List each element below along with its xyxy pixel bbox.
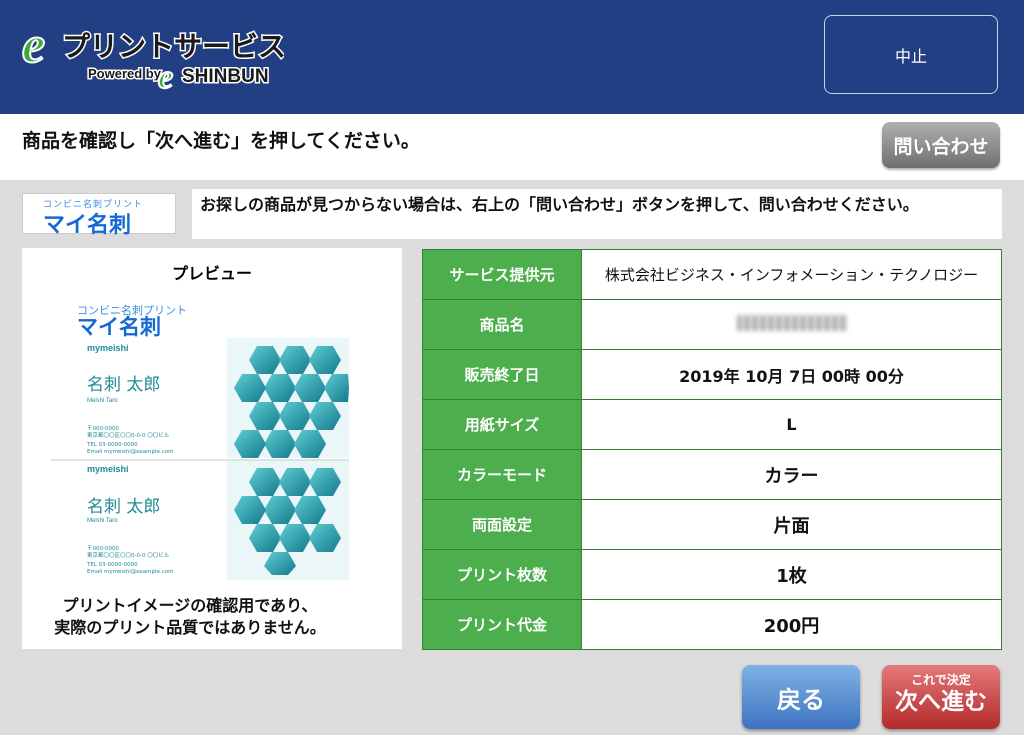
detail-value-print-count: 1枚 [581,549,1002,600]
order-details-table: サービス提供元 株式会社ビジネス・インフォメーション・テクノロジー 商品名 販売… [422,249,1002,650]
detail-label: プリント枚数 [422,549,582,600]
preview-title: プレビュー [171,264,252,283]
detail-value-paper-size: L [581,399,1002,450]
table-row: カラーモード カラー [422,449,1002,500]
detail-label: カラーモード [422,449,582,500]
detail-label: 両面設定 [422,499,582,550]
detail-label: サービス提供元 [422,249,582,300]
table-row: サービス提供元 株式会社ビジネス・インフォメーション・テクノロジー [422,249,1002,300]
detail-label: 商品名 [422,299,582,350]
card-name: 名刺 太郎 [87,497,160,517]
logo-brand-text: SHINBUN [182,66,269,87]
detail-label: プリント代金 [422,599,582,650]
instruction-text: 商品を確認し「次へ進む」を押してください。 [22,130,420,152]
product-logo-big: マイ名刺 [43,213,132,238]
card-company: mymeishi [87,464,129,474]
next-button-small-label: これで決定 [911,673,971,687]
detail-value-duplex: 片面 [581,499,1002,550]
product-logo: コンビニ名刺プリント マイ名刺 [22,193,176,238]
detail-value-provider: 株式会社ビジネス・インフォメーション・テクノロジー [581,249,1002,300]
card-email: Email mymeishi@example.com [87,569,173,575]
svg-text:e: e [22,18,45,74]
card-postal: 〒000-0000 [87,425,119,432]
table-row: 販売終了日 2019年 10月 7日 00時 00分 [422,349,1002,400]
card-address: 東京都〇〇区〇〇0-0-0 〇〇ビル [87,431,170,439]
card-brand-big: マイ名刺 [77,315,161,339]
logo-powered-text: Powered by [88,66,162,81]
preview-caption: プリントイメージの確認用であり、 実際のプリント品質ではありません。 [0,595,380,639]
card-name-roman: Meishi Taro [87,398,118,404]
header-bar: e プリントサービス Powered by e SHINBUN 中止 [0,0,1024,114]
card-tel: TEL 03-0000-0000 [86,562,138,568]
table-row: プリント枚数 1枚 [422,549,1002,600]
blurred-product-name [736,314,847,331]
card-tel: TEL 03-0000-0000 [86,442,138,448]
card-company: mymeishi [87,343,129,353]
table-row: 用紙サイズ L [422,399,1002,450]
table-row: 両面設定 片面 [422,499,1002,550]
detail-value-product-name [581,299,1002,350]
preview-caption-line2: 実際のプリント品質ではありません。 [54,618,326,637]
detail-value-end-date: 2019年 10月 7日 00時 00分 [581,349,1002,400]
detail-label: 販売終了日 [422,349,582,400]
detail-value-price: 200円 [581,599,1002,650]
card-email: Email mymeishi@example.com [87,449,173,455]
detail-label: 用紙サイズ [422,399,582,450]
preview-caption-line1: プリントイメージの確認用であり、 [62,596,318,615]
card-name: 名刺 太郎 [87,375,160,395]
card-address: 東京都〇〇区〇〇0-0-0 〇〇ビル [87,551,170,559]
back-button[interactable]: 戻る [742,665,860,729]
next-button-label: 次へ進む [895,689,987,715]
card-postal: 〒000-0000 [87,545,119,552]
inquiry-button[interactable]: 問い合わせ [882,122,1000,168]
svg-text:e: e [158,59,173,96]
table-row: 商品名 [422,299,1002,350]
table-row: プリント代金 200円 [422,599,1002,650]
eprint-service-logo: e プリントサービス Powered by e SHINBUN [22,18,284,96]
business-card-preview: コンビニ名刺プリント マイ名刺 mymeishi 名刺 太郎 Meishi Ta… [51,298,349,581]
next-button[interactable]: これで決定 次へ進む [882,665,1000,729]
detail-value-color-mode: カラー [581,449,1002,500]
cancel-button[interactable]: 中止 [824,15,998,94]
card-name-roman: Meishi Taro [87,518,118,524]
notice-text: お探しの商品が見つからない場合は、右上の「問い合わせ」ボタンを押して、問い合わせ… [192,189,1002,239]
